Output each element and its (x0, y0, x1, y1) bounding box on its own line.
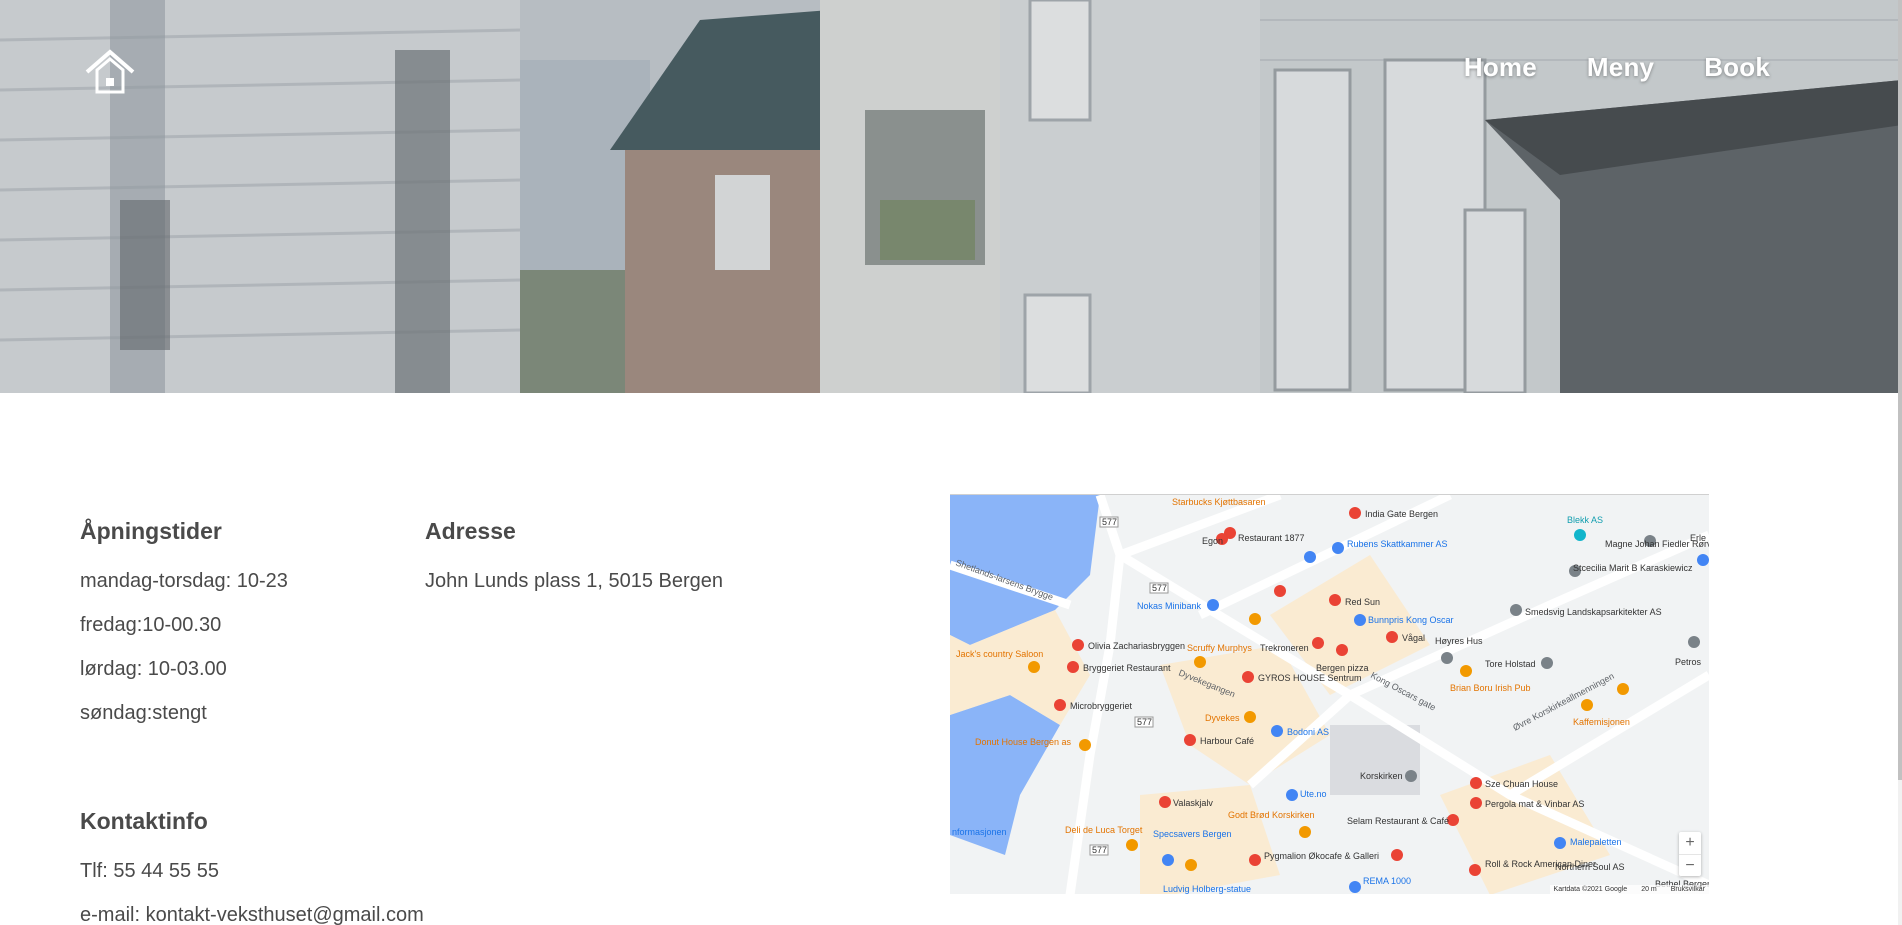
svg-text:577: 577 (1092, 845, 1107, 855)
svg-text:Red Sun: Red Sun (1345, 597, 1380, 607)
google-map[interactable]: 577 577 577 577 Starbucks Kjøttbasaren I… (950, 494, 1709, 894)
svg-text:Stcecilia Marit B Karaskiewicz: Stcecilia Marit B Karaskiewicz (1573, 563, 1693, 573)
map-copyright: Kartdata ©2021 Google (1553, 886, 1628, 893)
nav-home-link[interactable]: Home (1464, 52, 1537, 83)
main-nav: Home Meny Book (1414, 52, 1770, 83)
svg-text:Egon: Egon (1202, 536, 1223, 546)
svg-text:Microbryggeriet: Microbryggeriet (1070, 701, 1133, 711)
contact-section: Kontaktinfo Tlf: 55 44 55 55 e-mail: kon… (80, 808, 424, 925)
svg-text:India Gate Bergen: India Gate Bergen (1365, 509, 1438, 519)
svg-text:Godt Brød Korskirken: Godt Brød Korskirken (1228, 810, 1315, 820)
svg-text:Ute.no: Ute.no (1300, 789, 1327, 799)
hours-mon-thu: mandag-torsdag: 10-23 (80, 570, 288, 592)
nav-meny-link[interactable]: Meny (1587, 52, 1654, 83)
opening-hours-section: Åpningstider mandag-torsdag: 10-23 freda… (80, 518, 288, 745)
address-title: Adresse (425, 518, 516, 544)
svg-text:Valaskjalv: Valaskjalv (1173, 798, 1213, 808)
map-scale: 20 m (1641, 886, 1657, 893)
svg-text:Northern Soul AS: Northern Soul AS (1555, 862, 1625, 872)
svg-text:REMA 1000: REMA 1000 (1363, 876, 1411, 886)
svg-text:Deli de Luca Torget: Deli de Luca Torget (1065, 825, 1143, 835)
svg-text:Jack's country Saloon: Jack's country Saloon (956, 649, 1043, 659)
map-canvas[interactable]: 577 577 577 577 Starbucks Kjøttbasaren I… (950, 495, 1709, 894)
svg-text:nformasjonen: nformasjonen (952, 827, 1007, 837)
svg-text:577: 577 (1152, 583, 1167, 593)
svg-text:Dyvekes: Dyvekes (1205, 713, 1240, 723)
svg-text:577: 577 (1137, 717, 1152, 727)
contact-title: Kontaktinfo (80, 808, 208, 834)
svg-text:Vågal: Vågal (1402, 633, 1425, 643)
hours-sun: søndag:stengt (80, 702, 207, 724)
svg-text:Restaurant 1877: Restaurant 1877 (1238, 533, 1305, 543)
map-zoom-out-button[interactable]: − (1679, 854, 1701, 876)
svg-text:Høyres Hus: Høyres Hus (1435, 636, 1483, 646)
svg-text:Brian Boru Irish Pub: Brian Boru Irish Pub (1450, 683, 1531, 693)
svg-text:Scruffy Murphys: Scruffy Murphys (1187, 643, 1252, 653)
map-footer: Kartdata ©2021 Google 20 m Bruksvilkår (1549, 885, 1709, 894)
svg-text:Bryggeriet Restaurant: Bryggeriet Restaurant (1083, 663, 1171, 673)
contact-phone: Tlf: 55 44 55 55 (80, 860, 219, 882)
svg-text:Tore Holstad: Tore Holstad (1485, 659, 1536, 669)
hero-banner: Home Meny Book (0, 0, 1902, 393)
opening-hours-title: Åpningstider (80, 518, 222, 544)
map-zoom-controls: + − (1679, 832, 1701, 876)
svg-text:Specsavers Bergen: Specsavers Bergen (1153, 829, 1232, 839)
nav-book-link[interactable]: Book (1704, 52, 1770, 83)
svg-text:Sze Chuan House: Sze Chuan House (1485, 779, 1558, 789)
map-terms-link[interactable]: Bruksvilkår (1671, 886, 1705, 893)
hours-fri: fredag:10-00.30 (80, 614, 222, 636)
svg-text:Bunnpris Kong Oscar: Bunnpris Kong Oscar (1368, 615, 1454, 625)
svg-text:Ludvig Holberg-statue: Ludvig Holberg-statue (1163, 884, 1251, 894)
svg-text:Bergen pizza: Bergen pizza (1316, 663, 1369, 673)
svg-text:Olivia Zachariasbryggen: Olivia Zachariasbryggen (1088, 641, 1185, 651)
svg-text:Trekroneren: Trekroneren (1260, 643, 1309, 653)
svg-text:Erle: Erle (1690, 533, 1706, 543)
home-logo-icon[interactable] (84, 48, 136, 94)
svg-text:Rubens Skattkammer AS: Rubens Skattkammer AS (1347, 539, 1448, 549)
svg-text:Petros: Petros (1675, 657, 1702, 667)
svg-text:Korskirken: Korskirken (1360, 771, 1403, 781)
svg-text:Nokas Minibank: Nokas Minibank (1137, 601, 1202, 611)
svg-text:Bodoni AS: Bodoni AS (1287, 727, 1329, 737)
address-line: John Lunds plass 1, 5015 Bergen (425, 570, 723, 592)
svg-text:Pergola mat & Vinbar AS: Pergola mat & Vinbar AS (1485, 799, 1584, 809)
hours-sat: lørdag: 10-03.00 (80, 658, 227, 680)
svg-text:Pygmalion Økocafe & Galleri: Pygmalion Økocafe & Galleri (1264, 851, 1379, 861)
page-scrollbar[interactable] (1898, 0, 1902, 925)
address-section: Adresse John Lunds plass 1, 5015 Bergen (425, 518, 723, 613)
svg-text:Harbour Café: Harbour Café (1200, 736, 1254, 746)
svg-text:Donut House Bergen as: Donut House Bergen as (975, 737, 1072, 747)
svg-text:Malepaletten: Malepaletten (1570, 837, 1622, 847)
svg-text:Starbucks Kjøttbasaren: Starbucks Kjøttbasaren (1172, 497, 1266, 507)
svg-text:577: 577 (1102, 517, 1117, 527)
svg-text:Smedsvig Landskapsarkitekter A: Smedsvig Landskapsarkitekter AS (1525, 607, 1662, 617)
svg-text:Kaffemisjonen: Kaffemisjonen (1573, 717, 1630, 727)
scrollbar-thumb[interactable] (1898, 0, 1902, 780)
svg-text:GYROS HOUSE Sentrum: GYROS HOUSE Sentrum (1258, 673, 1362, 683)
svg-text:Blekk AS: Blekk AS (1567, 515, 1603, 525)
svg-text:Selam Restaurant & Café: Selam Restaurant & Café (1347, 816, 1449, 826)
contact-email[interactable]: e-mail: kontakt-veksthuset@gmail.com (80, 903, 424, 925)
map-zoom-in-button[interactable]: + (1679, 832, 1701, 854)
